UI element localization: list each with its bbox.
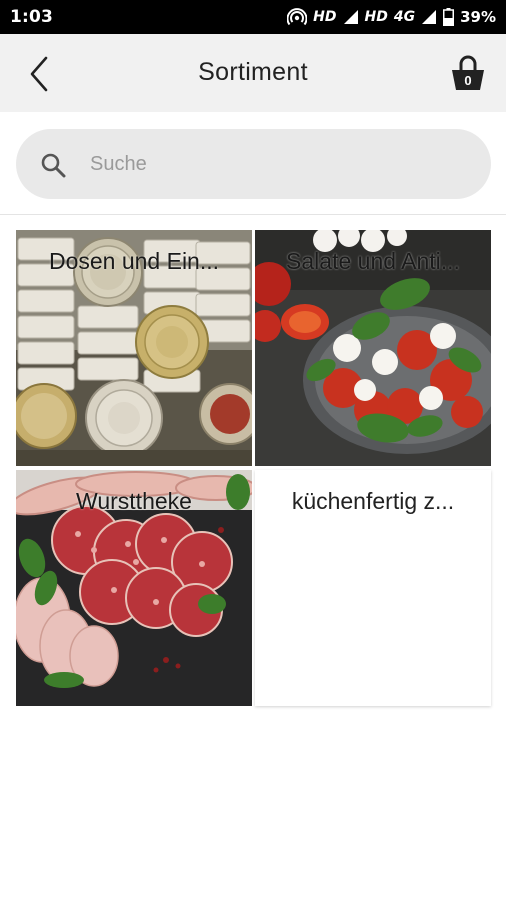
app-header: Sortiment 0 <box>0 34 506 112</box>
network-label-2: HD <box>364 9 388 25</box>
search-bar[interactable] <box>16 129 491 199</box>
status-icons: HD HD 4G 39% <box>287 8 496 26</box>
battery-icon <box>443 8 455 26</box>
category-label: Wursttheke <box>76 488 192 514</box>
signal-icon-2 <box>422 10 437 24</box>
page-title: Sortiment <box>198 58 308 86</box>
battery-level: 39% <box>460 8 496 26</box>
status-bar: 1:03 HD HD 4G 39% <box>0 0 506 34</box>
category-tile-kuechenfertig[interactable]: küchenfertig z... <box>255 470 491 706</box>
network-type: 4G <box>393 9 416 25</box>
shopping-basket-icon: 0 <box>452 55 484 90</box>
category-label: Salate und Anti... <box>286 248 460 274</box>
network-label-1: HD <box>313 9 337 25</box>
hotspot-icon <box>287 8 308 26</box>
signal-icon <box>343 10 358 24</box>
basket-button[interactable]: 0 <box>450 54 486 94</box>
basket-count: 0 <box>464 73 471 88</box>
category-tile-salate[interactable]: Salate und Anti... <box>255 230 491 466</box>
status-time: 1:03 <box>10 7 54 27</box>
search-input[interactable] <box>90 145 470 183</box>
category-grid: Dosen und Ein... Salate und Anti... Wurs… <box>16 230 491 706</box>
search-icon <box>41 153 66 178</box>
category-label: Dosen und Ein... <box>48 248 220 274</box>
category-label: küchenfertig z... <box>291 488 455 514</box>
category-tile-wursttheke[interactable]: Wursttheke <box>16 470 252 706</box>
category-tile-dosen[interactable]: Dosen und Ein... <box>16 230 252 466</box>
divider <box>0 214 506 215</box>
